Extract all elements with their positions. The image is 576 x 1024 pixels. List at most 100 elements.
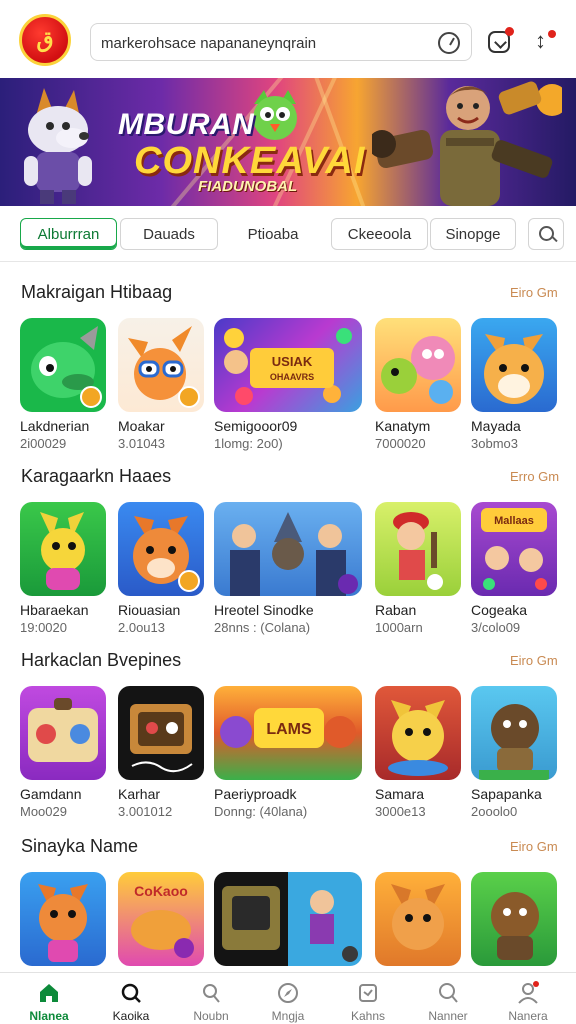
app-name: Samara bbox=[375, 786, 425, 802]
app-meta: 19:0020 bbox=[20, 620, 67, 635]
search-bar[interactable] bbox=[90, 23, 472, 61]
bird-character-illustration bbox=[253, 90, 297, 140]
app-meta: Moo029 bbox=[20, 804, 67, 819]
app-meta: 28nns : (Colana) bbox=[214, 620, 311, 635]
tab-ptioaba[interactable]: Ptioaba bbox=[224, 218, 322, 250]
svg-text:CoKaoo: CoKaoo bbox=[134, 883, 188, 899]
app-thumbnail bbox=[375, 686, 461, 780]
nav-nanner[interactable]: Nanner bbox=[413, 979, 483, 1023]
app-meta: 7000020 bbox=[375, 436, 426, 451]
app-thumbnail bbox=[20, 872, 106, 966]
app-thumbnail bbox=[118, 318, 204, 412]
nav-label: Kaoika bbox=[112, 1009, 150, 1023]
app-meta: 3000e13 bbox=[375, 804, 426, 819]
nav-label: Nanera bbox=[508, 1009, 548, 1023]
app-meta: 2ooolo0 bbox=[471, 804, 518, 819]
app-name: Sapapanka bbox=[471, 786, 542, 802]
bottom-navigation: Nlanea Kaoika Noubn Mngja Kahns Nanner N… bbox=[0, 972, 576, 1024]
tab-sinopge[interactable]: Sinopge bbox=[430, 218, 516, 250]
nav-noubn[interactable]: Noubn bbox=[176, 979, 246, 1023]
tab-alburrran[interactable]: Alburrran bbox=[20, 218, 117, 250]
app-name: Hbaraekan bbox=[20, 602, 89, 618]
see-more-link[interactable]: Eiro Gm bbox=[510, 285, 558, 300]
app-meta: 3/colo09 bbox=[471, 620, 521, 635]
svg-text:LAMS: LAMS bbox=[266, 721, 312, 738]
compass-icon bbox=[278, 983, 298, 1003]
nav-label: Mngja bbox=[271, 1009, 305, 1023]
home-icon bbox=[40, 984, 58, 1002]
banner-subtitle: CONKEAVAI bbox=[134, 140, 366, 182]
history-clock-icon[interactable] bbox=[438, 32, 460, 54]
badge-icon bbox=[80, 386, 102, 408]
app-thumbnail bbox=[375, 502, 461, 596]
section-makraigan: Makraigan Htibaag Eiro Gm Lakdnerian 2i0… bbox=[0, 282, 576, 458]
app-thumbnail bbox=[471, 872, 557, 966]
app-thumbnail bbox=[20, 502, 106, 596]
app-meta: 2.0ou13 bbox=[118, 620, 165, 635]
svg-text:Mallaas: Mallaas bbox=[494, 515, 534, 527]
section-sinayka: Sinayka Name Eiro Gm CoKaoo bbox=[0, 836, 576, 972]
profile-icon bbox=[518, 981, 539, 1004]
adventurer-character-illustration bbox=[372, 81, 562, 206]
app-thumbnail: CoKaoo bbox=[118, 872, 204, 966]
section-title: Makraigan Htibaag bbox=[21, 282, 173, 302]
see-more-link[interactable]: Eiro Gm bbox=[510, 653, 558, 668]
section-title: Harkaclan Bvepines bbox=[21, 650, 182, 670]
see-more-link[interactable]: Erro Gm bbox=[510, 469, 559, 484]
notification-icon[interactable] bbox=[488, 27, 514, 53]
app-thumbnail bbox=[118, 502, 204, 596]
app-thumbnail: Mallaas bbox=[471, 502, 557, 596]
app-name: Mayada bbox=[471, 418, 521, 434]
app-name: Lakdnerian bbox=[20, 418, 90, 434]
app-name: Paeriyproadk bbox=[214, 786, 297, 802]
search-input[interactable] bbox=[101, 32, 431, 54]
app-name: Gamdann bbox=[20, 786, 82, 802]
filter-icon[interactable] bbox=[532, 28, 558, 56]
tab-ckeeoola[interactable]: Ckeeoola bbox=[331, 218, 428, 250]
app-meta: 1000arn bbox=[375, 620, 423, 635]
app-name: Moakar bbox=[118, 418, 165, 434]
nav-home[interactable]: Nlanea bbox=[14, 979, 84, 1023]
app-meta: 1lomg: 2o0) bbox=[214, 436, 283, 451]
nav-mngja[interactable]: Mngja bbox=[253, 979, 323, 1023]
app-name: Semigooor09 bbox=[214, 418, 298, 434]
search-alt-icon bbox=[439, 983, 458, 1003]
app-meta: 3.001012 bbox=[118, 804, 173, 819]
logo-glyph-icon: ق bbox=[36, 27, 54, 53]
svg-text:USIAK: USIAK bbox=[272, 354, 313, 369]
search-icon bbox=[121, 983, 141, 1003]
banner-tagline: FIADUNOBAL bbox=[198, 178, 298, 195]
app-meta: 3.01043 bbox=[118, 436, 165, 451]
tab-dauads[interactable]: Dauads bbox=[120, 218, 218, 250]
app-name: Karhar bbox=[118, 786, 161, 802]
section-title: Sinayka Name bbox=[21, 836, 139, 856]
nav-label: Nanner bbox=[428, 1009, 468, 1023]
app-meta: 3obmo3 bbox=[471, 436, 518, 451]
app-name: Hreotel Sinodke bbox=[214, 602, 314, 618]
app-meta: Donng: (40lana) bbox=[214, 804, 308, 819]
app-meta: 2i00029 bbox=[20, 436, 67, 451]
app-thumbnail bbox=[471, 686, 557, 780]
nav-nanera[interactable]: Nanera bbox=[493, 979, 563, 1023]
app-thumbnail bbox=[375, 872, 461, 966]
app-thumbnail: LAMS bbox=[214, 686, 362, 780]
wolf-character-illustration bbox=[24, 88, 92, 204]
promo-banner[interactable]: MBURAN CONKEAVAI FIADUNOBAL bbox=[0, 78, 576, 206]
nav-kaoika[interactable]: Kaoika bbox=[96, 979, 166, 1023]
app-name: Raban bbox=[375, 602, 417, 618]
app-name: Riouasian bbox=[118, 602, 181, 618]
app-thumbnail bbox=[471, 318, 557, 412]
app-thumbnail bbox=[214, 872, 362, 966]
app-logo[interactable]: ق bbox=[19, 14, 71, 66]
see-more-link[interactable]: Eiro Gm bbox=[510, 839, 558, 854]
tab-search-icon[interactable] bbox=[528, 218, 564, 250]
app-thumbnail bbox=[20, 318, 106, 412]
card-icon bbox=[359, 984, 377, 1002]
badge-icon bbox=[178, 386, 200, 408]
section-harkaclan: Harkaclan Bvepines Eiro Gm Gamdann Moo02… bbox=[0, 650, 576, 826]
section-title: Karagaarkn Haaes bbox=[21, 466, 172, 486]
app-thumbnail bbox=[375, 318, 461, 412]
nav-kahns[interactable]: Kahns bbox=[333, 979, 403, 1023]
badge-icon bbox=[178, 570, 200, 592]
app-header: ق bbox=[0, 0, 576, 78]
